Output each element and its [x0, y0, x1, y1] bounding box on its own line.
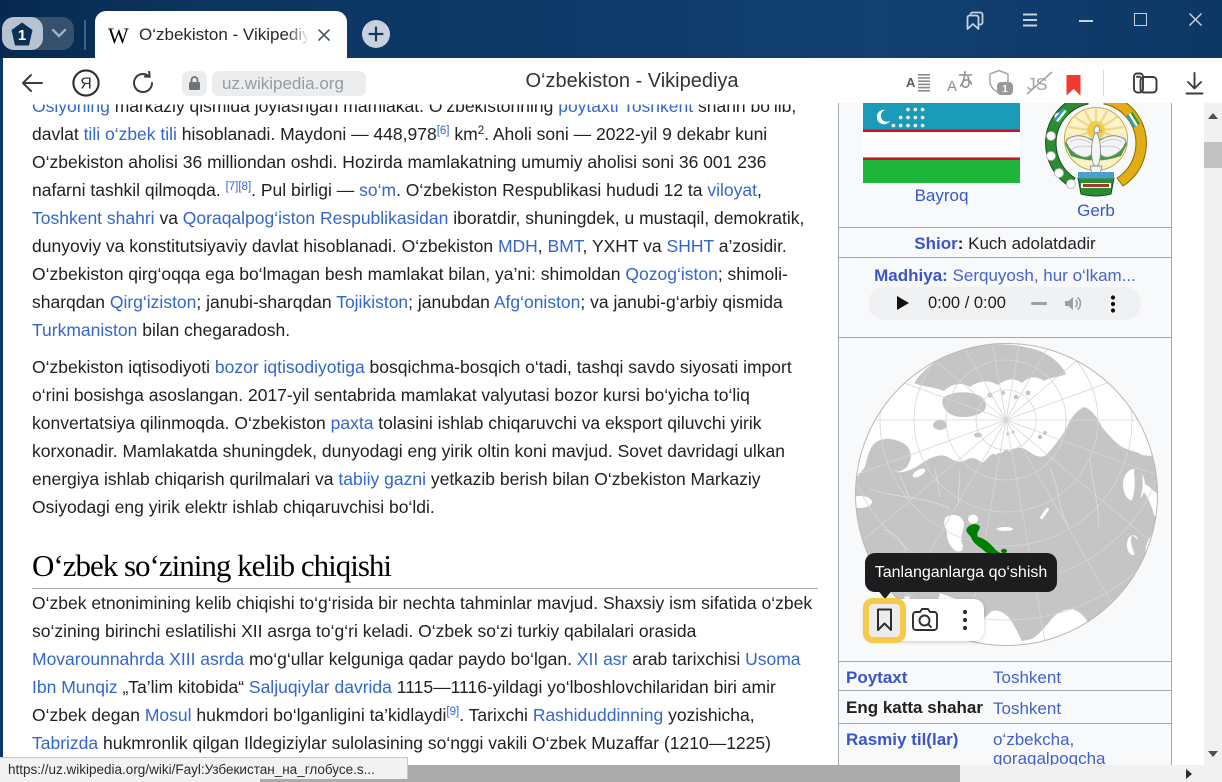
svg-text:1: 1	[18, 27, 26, 44]
svg-text:A: A	[906, 75, 916, 90]
svg-text:A: A	[947, 78, 957, 95]
svg-text:Я: Я	[80, 76, 92, 93]
svg-text:1: 1	[1002, 84, 1008, 95]
